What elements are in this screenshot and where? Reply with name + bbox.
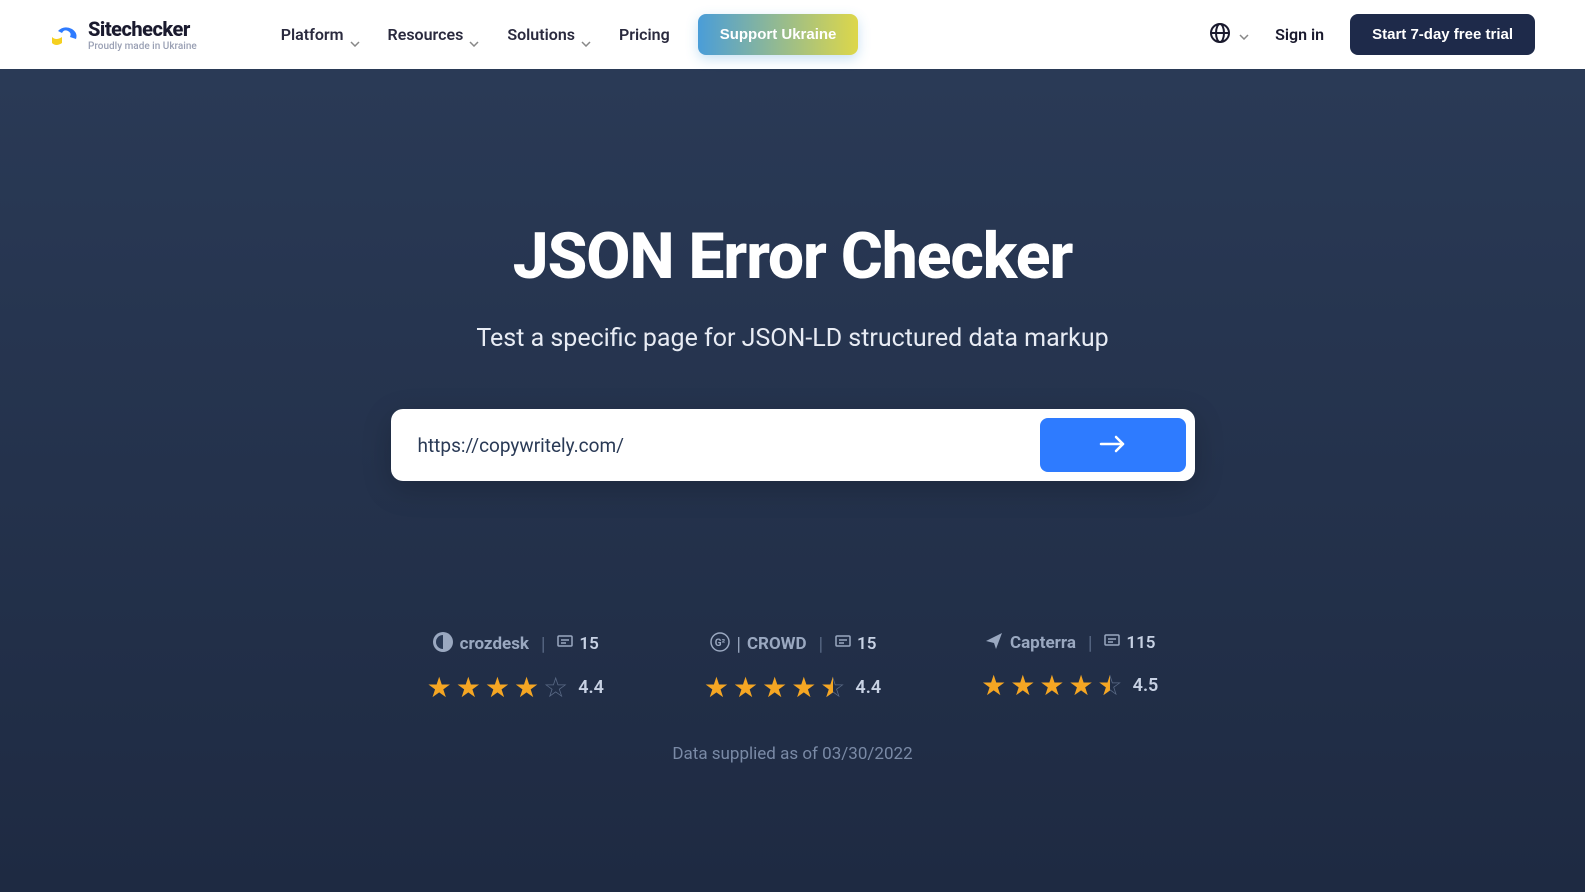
brand-logo: crozdesk — [432, 631, 529, 657]
review-header: Capterra | 115 — [984, 631, 1156, 655]
divider: | — [1088, 633, 1092, 654]
star-outline-icon: ☆ — [543, 671, 568, 704]
star-half-icon: ☆ ★ — [820, 671, 845, 704]
review-header: G² | CROWD | 15 — [709, 631, 877, 657]
star-icon: ★ — [485, 671, 510, 704]
star-icon: ★ — [762, 671, 787, 704]
comment-icon — [557, 634, 573, 654]
nav-resources[interactable]: Resources — [388, 25, 480, 44]
rating-value: 4.4 — [855, 677, 881, 698]
language-selector[interactable] — [1209, 22, 1249, 48]
nav-pricing-label: Pricing — [619, 25, 670, 44]
review-count-group: 15 — [835, 634, 876, 654]
star-icon: ★ — [1039, 669, 1064, 702]
brand-logo: Capterra — [984, 631, 1076, 655]
nav-platform-label: Platform — [281, 25, 344, 44]
rating-value: 4.5 — [1133, 675, 1159, 696]
rating-value: 4.4 — [578, 677, 604, 698]
review-header: crozdesk | 15 — [432, 631, 599, 657]
crozdesk-icon — [432, 631, 454, 657]
star-icon: ★ — [704, 671, 729, 704]
star-rating: ★ ★ ★ ★ ☆ 4.4 — [427, 671, 604, 704]
review-count: 15 — [857, 634, 876, 654]
support-ukraine-button[interactable]: Support Ukraine — [698, 14, 859, 55]
nav-pricing[interactable]: Pricing — [619, 25, 670, 44]
review-capterra: Capterra | 115 ★ ★ ★ ★ ☆ ★ 4 — [981, 631, 1158, 704]
comment-icon — [835, 634, 851, 654]
logo-icon — [50, 23, 80, 47]
logo-subtitle: Proudly made in Ukraine — [88, 41, 197, 52]
chevron-down-icon — [350, 32, 360, 38]
data-supplied-date: Data supplied as of 03/30/2022 — [20, 744, 1565, 764]
g2-icon: G² — [709, 631, 731, 657]
review-count-group: 115 — [1104, 633, 1155, 653]
capterra-icon — [984, 631, 1004, 655]
chevron-down-icon — [581, 32, 591, 38]
logo-text: Sitechecker Proudly made in Ukraine — [88, 17, 197, 52]
reviews-row: crozdesk | 15 ★ ★ ★ ★ ☆ 4.4 — [20, 631, 1565, 704]
brand-name: Capterra — [1010, 633, 1076, 653]
review-count: 115 — [1126, 633, 1155, 653]
star-half-icon: ☆ ★ — [1098, 669, 1123, 702]
star-icon: ★ — [456, 671, 481, 704]
brand-name: crozdesk — [460, 634, 529, 654]
header-actions: Sign in Start 7-day free trial — [1209, 14, 1535, 55]
nav-solutions-label: Solutions — [507, 25, 575, 44]
review-count: 15 — [579, 634, 598, 654]
logo-title: Sitechecker — [88, 17, 197, 41]
nav-solutions[interactable]: Solutions — [507, 25, 591, 44]
globe-icon — [1209, 22, 1231, 48]
start-trial-button[interactable]: Start 7-day free trial — [1350, 14, 1535, 55]
star-rating: ★ ★ ★ ★ ☆ ★ 4.5 — [981, 669, 1158, 702]
comment-icon — [1104, 633, 1120, 653]
star-rating: ★ ★ ★ ★ ☆ ★ 4.4 — [704, 671, 881, 704]
site-header: Sitechecker Proudly made in Ukraine Plat… — [0, 0, 1585, 69]
submit-button[interactable] — [1040, 418, 1186, 472]
star-icon: ★ — [733, 671, 758, 704]
star-icon: ★ — [791, 671, 816, 704]
page-subtitle: Test a specific page for JSON-LD structu… — [20, 324, 1565, 353]
page-title: JSON Error Checker — [20, 219, 1565, 294]
url-input[interactable] — [400, 420, 1030, 471]
svg-text:G²: G² — [714, 638, 725, 649]
review-g2crowd: G² | CROWD | 15 ★ ★ ★ ★ — [704, 631, 881, 704]
hero-section: JSON Error Checker Test a specific page … — [0, 69, 1585, 892]
divider: | — [541, 634, 545, 655]
star-icon: ★ — [1010, 669, 1035, 702]
sign-in-link[interactable]: Sign in — [1275, 25, 1324, 44]
main-nav: Platform Resources Solutions Pricing Sup… — [281, 14, 859, 55]
brand-logo: G² | CROWD — [709, 631, 807, 657]
brand-name: CROWD — [747, 634, 807, 654]
url-input-wrapper — [391, 409, 1195, 481]
star-icon: ★ — [427, 671, 452, 704]
divider: | — [737, 634, 741, 655]
logo[interactable]: Sitechecker Proudly made in Ukraine — [50, 17, 197, 52]
chevron-down-icon — [1239, 25, 1249, 44]
nav-resources-label: Resources — [388, 25, 464, 44]
star-icon: ★ — [981, 669, 1006, 702]
divider: | — [819, 634, 823, 655]
review-count-group: 15 — [557, 634, 598, 654]
chevron-down-icon — [469, 32, 479, 38]
nav-platform[interactable]: Platform — [281, 25, 360, 44]
review-crozdesk: crozdesk | 15 ★ ★ ★ ★ ☆ 4.4 — [427, 631, 604, 704]
arrow-right-icon — [1099, 435, 1127, 456]
star-icon: ★ — [1068, 669, 1093, 702]
star-icon: ★ — [514, 671, 539, 704]
